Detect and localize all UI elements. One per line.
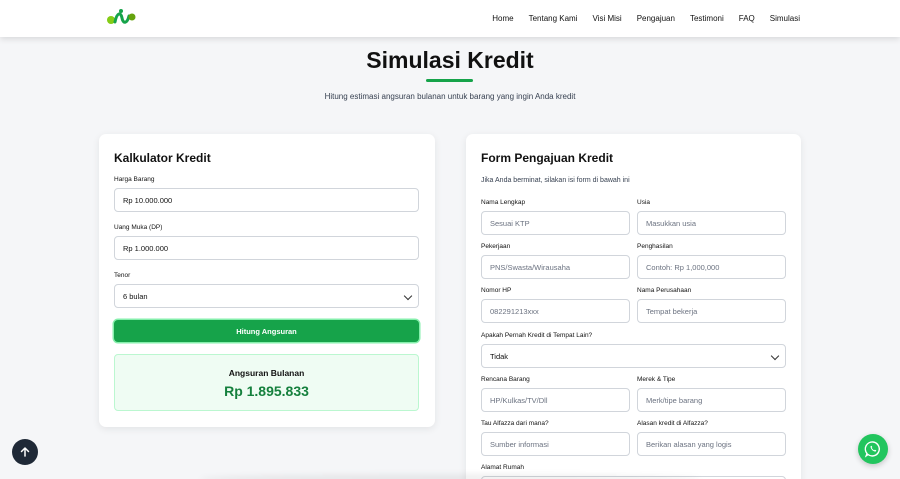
result-label: Angsuran Bulanan [228, 368, 305, 378]
calculate-button[interactable]: Hitung Angsuran [114, 320, 419, 342]
nav-visi-misi[interactable]: Visi Misi [593, 14, 622, 23]
dp-label: Uang Muka (DP) [114, 224, 163, 231]
price-input[interactable]: Rp 10.000.000 [114, 188, 419, 212]
prior-credit-label: Apakah Pernah Kredit di Tempat Lain? [481, 332, 593, 339]
calculator-title: Kalkulator Kredit [114, 151, 211, 165]
title-underline [426, 79, 473, 82]
source-input[interactable]: Sumber informasi [481, 432, 630, 456]
nav-faq[interactable]: FAQ [739, 14, 755, 23]
nav-home[interactable]: Home [492, 14, 513, 23]
phone-input[interactable]: 082291213xxx [481, 299, 630, 323]
brand-label: Merek & Tipe [637, 376, 676, 383]
job-label: Pekerjaan [481, 243, 511, 250]
income-label: Penghasilan [637, 243, 673, 250]
nav-links: Home Tentang Kami Visi Misi Pengajuan Te… [477, 0, 800, 37]
whatsapp-icon [864, 441, 880, 458]
source-label: Tau Alfazza dari mana? [481, 420, 549, 427]
calculator-card: Kalkulator Kredit Harga Barang Rp 10.000… [99, 134, 435, 427]
top-navbar: Home Tentang Kami Visi Misi Pengajuan Te… [0, 0, 900, 37]
reason-label: Alasan kredit di Alfazza? [637, 420, 708, 427]
prior-credit-value: Tidak [490, 351, 509, 361]
item-input[interactable]: HP/Kulkas/TV/Dll [481, 388, 630, 412]
chevron-down-icon [403, 291, 413, 301]
tenor-select-value: 6 bulan [123, 291, 148, 301]
brand-input[interactable]: Merk/tipe barang [637, 388, 786, 412]
reason-input[interactable]: Berikan alasan yang logis [637, 432, 786, 456]
phone-label: Nomor HP [481, 287, 512, 294]
age-label: Usia [637, 199, 651, 206]
form-subtitle: Jika Anda berminat, silakan isi form di … [481, 177, 630, 184]
name-input[interactable]: Sesuai KTP [481, 211, 630, 235]
form-title: Form Pengajuan Kredit [481, 151, 614, 165]
company-label: Nama Perusahaan [637, 287, 692, 294]
page-subtitle: Hitung estimasi angsuran bulanan untuk b… [324, 92, 576, 101]
arrow-up-icon [20, 447, 30, 457]
result-box: Angsuran Bulanan Rp 1.895.833 [114, 354, 419, 411]
address-label: Alamat Rumah [481, 464, 524, 471]
name-label: Nama Lengkap [481, 199, 526, 206]
age-input[interactable]: Masukkan usia [637, 211, 786, 235]
page-title: Simulasi Kredit [366, 47, 534, 73]
nav-simulasi[interactable]: Simulasi [770, 14, 800, 23]
nav-tentang-kami[interactable]: Tentang Kami [529, 14, 578, 23]
income-input[interactable]: Contoh: Rp 1,000,000 [637, 255, 786, 279]
tenor-label: Tenor [114, 272, 131, 279]
section-shadow [200, 474, 700, 479]
tenor-select[interactable]: 6 bulan [114, 284, 419, 308]
nav-pengajuan[interactable]: Pengajuan [637, 14, 675, 23]
price-label: Harga Barang [114, 176, 155, 183]
company-input[interactable]: Tempat bekerja [637, 299, 786, 323]
whatsapp-button[interactable] [858, 434, 888, 464]
item-label: Rencana Barang [481, 376, 530, 383]
scroll-top-button[interactable] [12, 439, 38, 465]
nav-testimoni[interactable]: Testimoni [690, 14, 724, 23]
dp-input[interactable]: Rp 1.000.000 [114, 236, 419, 260]
result-value: Rp 1.895.833 [224, 383, 309, 399]
brand-logo[interactable] [106, 8, 136, 26]
job-input[interactable]: PNS/Swasta/Wirausaha [481, 255, 630, 279]
prior-credit-select[interactable]: Tidak [481, 344, 786, 368]
application-form-card: Form Pengajuan Kredit Jika Anda berminat… [466, 134, 801, 479]
chevron-down-icon [770, 351, 780, 361]
